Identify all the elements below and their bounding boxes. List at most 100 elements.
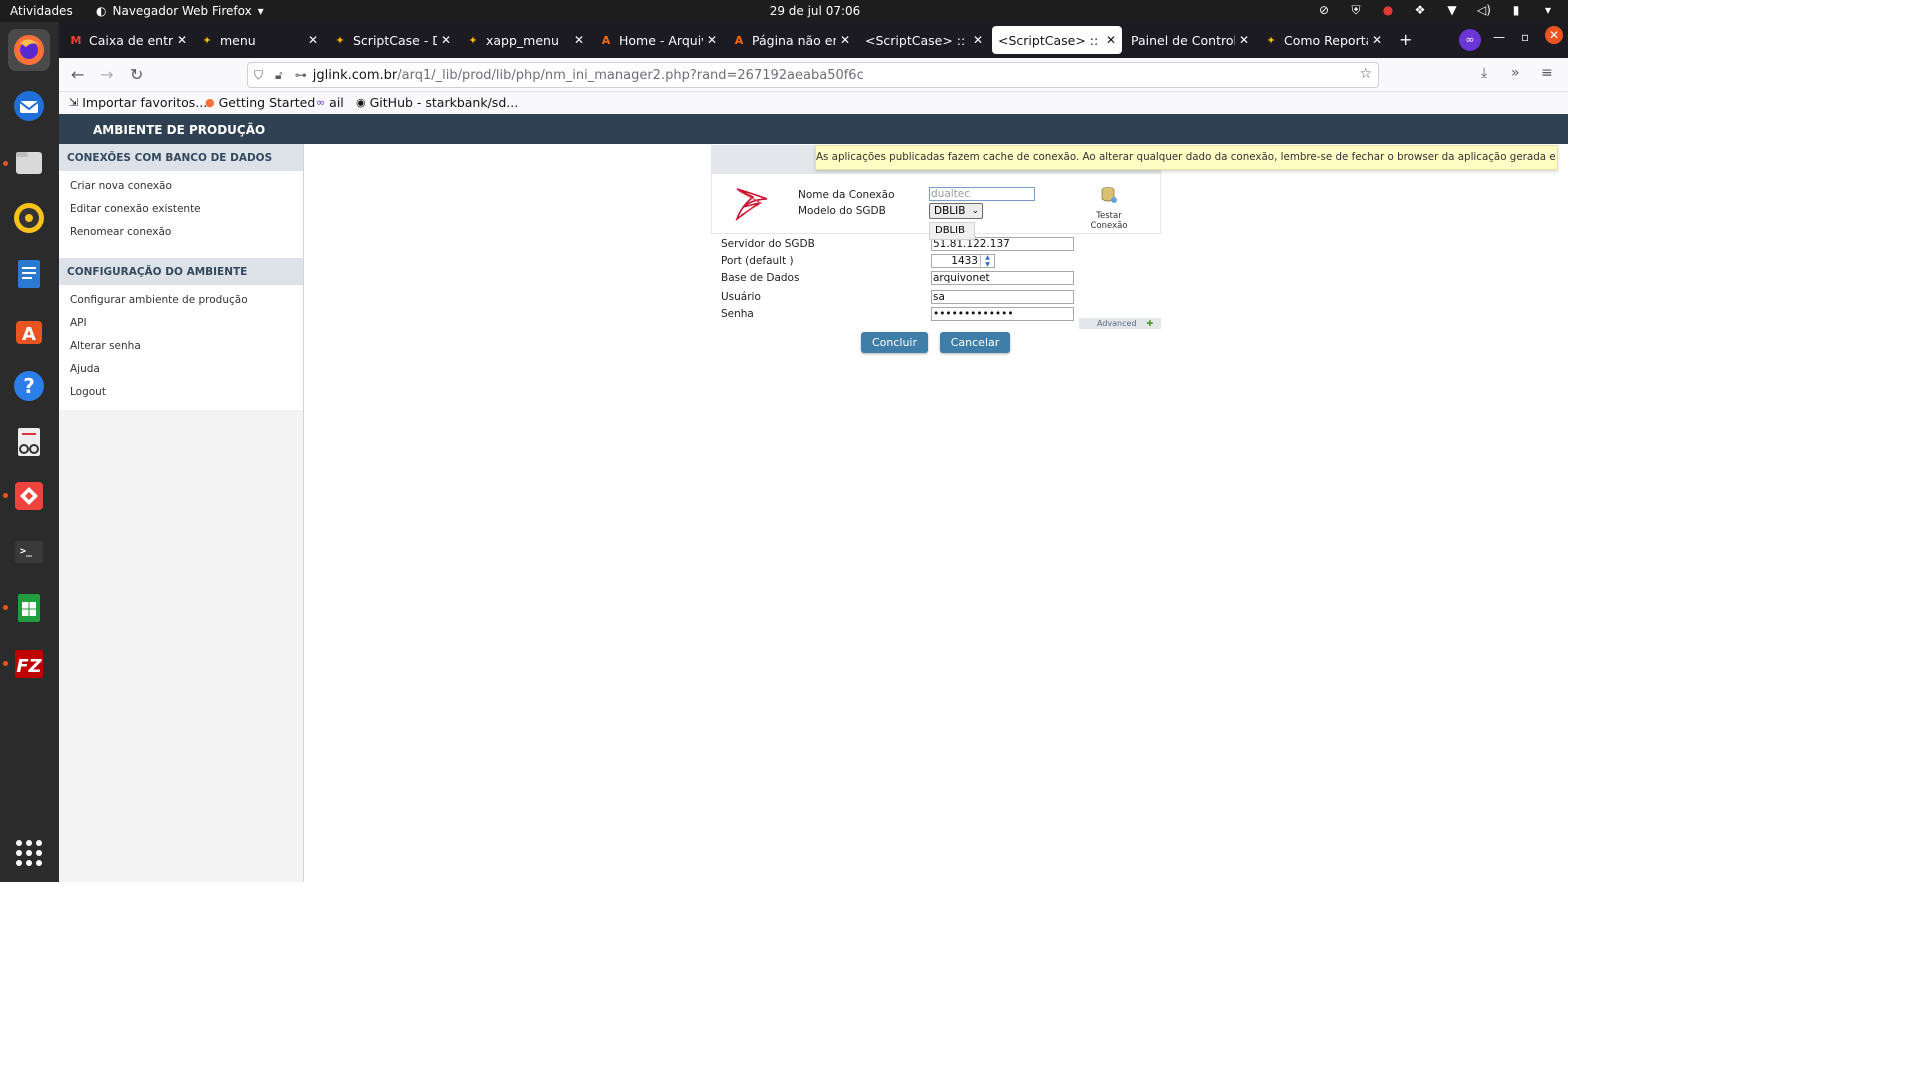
close-icon[interactable]: ✕	[308, 33, 318, 47]
insecure-lock-icon[interactable]: 🔓︎	[275, 68, 283, 83]
menu-item-logout[interactable]: Logout	[59, 381, 303, 404]
chevron-down-icon[interactable]: ▾	[1540, 3, 1556, 18]
url-bar[interactable]: ⛉ 🔓︎ ⊶ jglink.com.br/arq1/_lib/prod/lib/…	[247, 62, 1379, 88]
close-icon[interactable]: ✕	[1372, 33, 1382, 47]
user-field[interactable]: sa	[931, 290, 1074, 304]
software-center-icon[interactable]: A	[8, 309, 50, 351]
help-icon[interactable]: ?	[8, 365, 50, 407]
reload-icon[interactable]: ↻	[130, 65, 143, 84]
menu-item-help[interactable]: Ajuda	[59, 358, 303, 381]
permissions-icon[interactable]: ⊶	[295, 68, 307, 82]
bookmark-github[interactable]: ◉ GitHub - starkbank/sd...	[356, 95, 518, 110]
anydesk-icon[interactable]	[8, 475, 50, 517]
github-icon: ◉	[356, 96, 366, 109]
scriptcase-icon: ✦	[202, 33, 212, 47]
tracking-shield-icon[interactable]: ⛉	[254, 68, 263, 83]
files-icon[interactable]	[8, 141, 50, 183]
password-field[interactable]: •••••••••••••	[931, 307, 1074, 321]
database-field[interactable]: arquivonet	[931, 271, 1074, 285]
menu-item-rename-connection[interactable]: Renomear conexão	[59, 221, 303, 244]
dropbox-icon[interactable]: ❖	[1412, 3, 1428, 18]
tab-home-arquivo[interactable]: A Home - Arquivo ✕	[593, 26, 723, 54]
section-environment-config: CONFIGURAÇÃO DO AMBIENTE	[59, 258, 303, 285]
tab-label: Home - Arquivo	[619, 32, 703, 48]
document-viewer-icon[interactable]	[8, 421, 50, 463]
clock[interactable]: 29 de jul 07:06	[760, 4, 870, 18]
minimize-icon[interactable]: —	[1493, 30, 1505, 44]
tab-como-reportar[interactable]: ✦ Como Reportar ✕	[1258, 26, 1388, 54]
hamburger-menu-icon[interactable]: ≡	[1541, 65, 1553, 81]
forward-icon[interactable]: →	[100, 65, 113, 84]
bookmarks-bar: ⇲ Importar favoritos... ● Getting Starte…	[59, 92, 1568, 114]
close-icon[interactable]: ✕	[177, 33, 187, 47]
calc-icon[interactable]	[8, 587, 50, 629]
window-close-icon[interactable]: ✕	[1545, 26, 1563, 44]
tab-xapp-menu[interactable]: ✦ xapp_menu ✕	[460, 26, 590, 54]
firefox-icon[interactable]	[8, 29, 50, 71]
tab-label: Como Reportar	[1284, 32, 1368, 48]
close-icon[interactable]: ✕	[707, 33, 717, 47]
wifi-icon[interactable]: ▼	[1444, 3, 1460, 18]
terminal-icon[interactable]: >_	[8, 531, 50, 573]
tab-label: <ScriptCase> :: Am	[865, 32, 969, 48]
menu-item-change-password[interactable]: Alterar senha	[59, 335, 303, 358]
close-icon[interactable]: ✕	[1106, 33, 1116, 47]
close-icon[interactable]: ✕	[840, 33, 850, 47]
status-icon[interactable]: ⊘	[1316, 3, 1332, 18]
tab-label: xapp_menu	[486, 32, 559, 48]
filezilla-icon[interactable]: FZ	[8, 643, 50, 685]
tab-label: <ScriptCase> :: Am	[998, 32, 1102, 48]
svg-text:A: A	[22, 324, 36, 345]
private-mask-icon[interactable]: ∞	[1459, 29, 1481, 51]
bookmark-ail[interactable]: ∞ ail	[316, 95, 344, 110]
new-tab-icon[interactable]: +	[1399, 30, 1412, 49]
menu-item-configure-production[interactable]: Configurar ambiente de produção	[59, 289, 303, 312]
shield-icon[interactable]: ⛨	[1348, 3, 1364, 18]
tab-scriptcase-amb-active[interactable]: <ScriptCase> :: Am ✕	[992, 26, 1122, 54]
tab-painel-de-controle[interactable]: Painel de Controle ✕	[1125, 26, 1255, 54]
battery-icon[interactable]: ▮	[1508, 3, 1524, 18]
import-icon: ⇲	[69, 96, 79, 109]
activities-button[interactable]: Atividades	[10, 4, 73, 18]
show-apps-icon[interactable]	[16, 840, 42, 866]
back-icon[interactable]: ←	[71, 65, 84, 84]
tab-label: ScriptCase - Des	[353, 32, 437, 48]
dropdown-option-dblib[interactable]: DBLIB	[929, 222, 975, 240]
tab-gmail[interactable]: M Caixa de entrada ✕	[63, 26, 193, 54]
port-stepper[interactable]: ▲ ▼	[980, 254, 994, 268]
scriptcase-icon: ✦	[468, 33, 478, 47]
connection-name-label: Nome da Conexão	[798, 189, 895, 201]
thunderbird-icon[interactable]	[8, 85, 50, 127]
connection-name-field[interactable]: dualtec	[929, 187, 1035, 201]
bookmark-getting-started[interactable]: ● Getting Started	[205, 95, 315, 110]
tab-scriptcase-amb-1[interactable]: <ScriptCase> :: Am ✕	[859, 26, 989, 54]
scriptcase-icon: ✦	[1266, 33, 1276, 47]
writer-icon[interactable]	[8, 253, 50, 295]
downloads-icon[interactable]: ⤓	[1481, 65, 1487, 81]
close-icon[interactable]: ✕	[973, 33, 983, 47]
tab-pagina-nao-encontrada[interactable]: A Página não enco ✕	[726, 26, 856, 54]
advanced-label: Advanced	[1097, 319, 1137, 328]
close-icon[interactable]: ✕	[1239, 33, 1249, 47]
volume-icon[interactable]: ◁)	[1476, 3, 1492, 18]
tab-scriptcase-des[interactable]: ✦ ScriptCase - Des ✕	[327, 26, 457, 54]
rhythmbox-icon[interactable]	[8, 197, 50, 239]
menu-item-create-connection[interactable]: Criar nova conexão	[59, 175, 303, 198]
bookmark-star-icon[interactable]: ☆	[1359, 66, 1372, 82]
sgdb-model-select[interactable]: DBLIB ⌄	[929, 203, 983, 219]
expand-icon: ✚	[1146, 319, 1154, 328]
test-connection-button[interactable]: Testar Conexão	[1078, 186, 1140, 231]
submit-button[interactable]: Concluir	[861, 332, 928, 353]
maximize-icon[interactable]: ▫	[1521, 30, 1529, 44]
menu-item-api[interactable]: API	[59, 312, 303, 335]
menu-item-edit-connection[interactable]: Editar conexão existente	[59, 198, 303, 221]
bookmark-import[interactable]: ⇲ Importar favoritos...	[69, 95, 207, 110]
do-not-disturb-icon[interactable]: ●	[1380, 3, 1396, 18]
close-icon[interactable]: ✕	[441, 33, 451, 47]
close-icon[interactable]: ✕	[574, 33, 584, 47]
tab-menu[interactable]: ✦ menu ✕	[194, 26, 324, 54]
overflow-chevron-icon[interactable]: »	[1511, 65, 1520, 81]
app-menu[interactable]: ◐ Navegador Web Firefox ▾	[96, 4, 264, 18]
cancel-button[interactable]: Cancelar	[940, 332, 1010, 353]
advanced-toggle[interactable]: Advanced ✚	[1079, 318, 1161, 329]
